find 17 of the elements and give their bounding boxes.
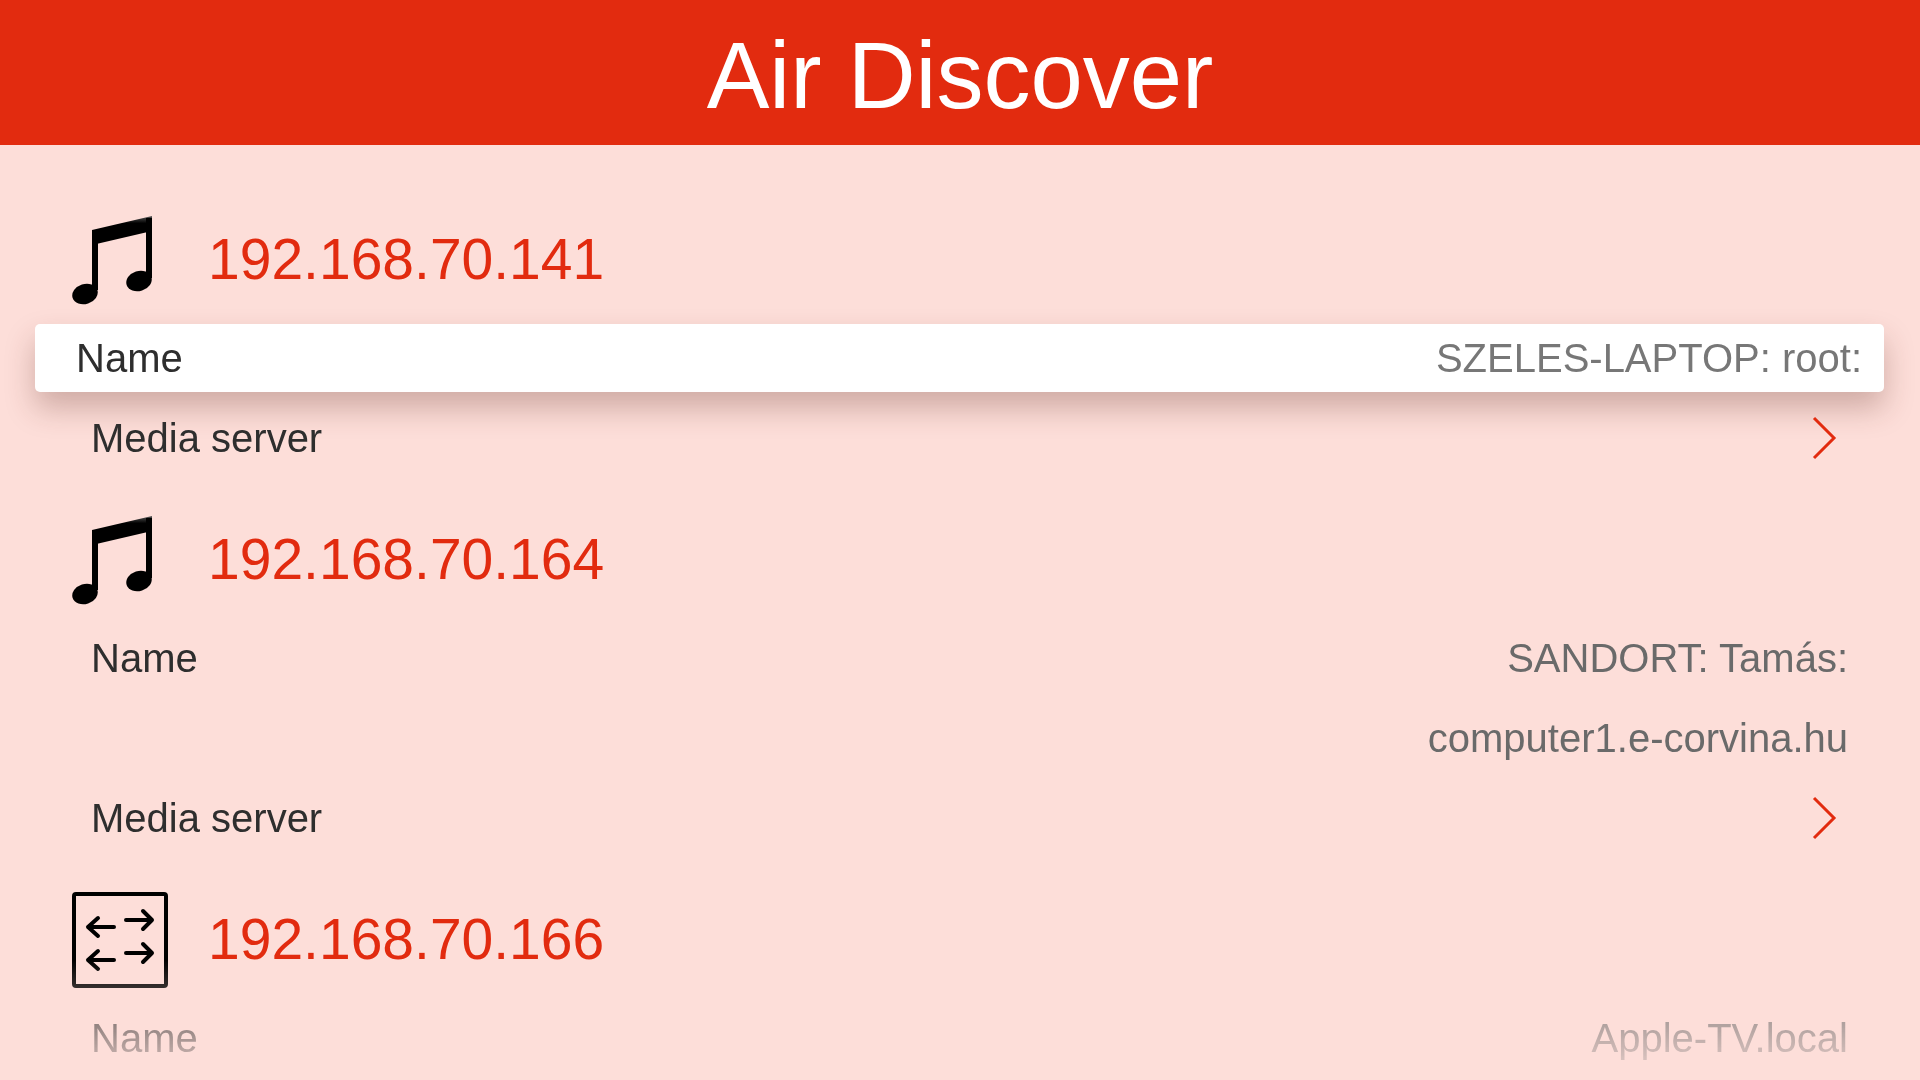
device-address: 192.168.70.141 (208, 227, 605, 293)
field-label: Name (76, 335, 183, 381)
service-link[interactable]: Media server (91, 415, 323, 461)
arrows-box-icon (72, 892, 168, 988)
chevron-icon (1811, 415, 1837, 461)
service-link[interactable]: Media server (91, 795, 323, 841)
field-value: SZELES-LAPTOP: root: (1435, 335, 1862, 381)
device-address: 192.168.70.166 (208, 907, 605, 973)
field-label: Name (91, 635, 198, 681)
field-label: Name (91, 1015, 198, 1061)
device-address: 192.168.70.164 (208, 527, 605, 593)
field-value: computer1.e-corvina.hu (1427, 715, 1848, 761)
focused-row[interactable]: Name SZELES-LAPTOP: root: (35, 324, 1884, 392)
field-value: SANDORT: Tamás: (1507, 635, 1848, 681)
app-title: Air Discover (706, 23, 1214, 128)
chevron-icon (1811, 795, 1837, 841)
field-value: Apple-TV.local (1591, 1015, 1848, 1061)
